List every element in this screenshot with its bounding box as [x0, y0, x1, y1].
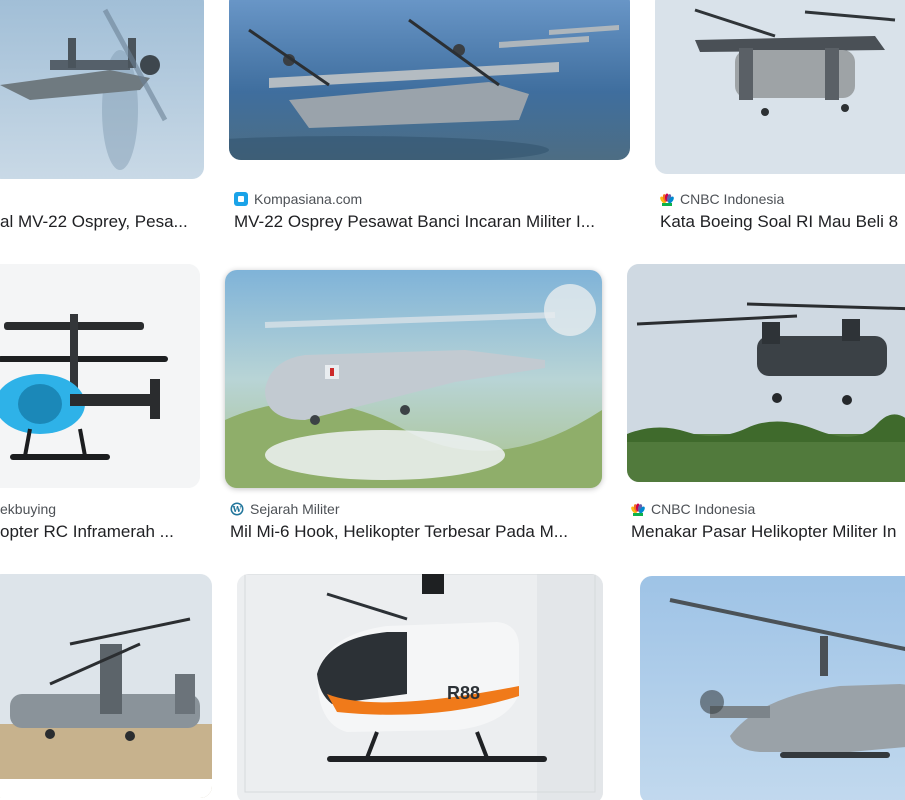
- result-image[interactable]: [225, 270, 602, 488]
- result-source[interactable]: CNBC Indonesia: [660, 190, 784, 208]
- result-image[interactable]: [655, 0, 905, 174]
- r88-label: R88: [447, 683, 480, 703]
- result-title[interactable]: opter RC Inframerah ...: [0, 521, 192, 543]
- result-image[interactable]: [0, 264, 200, 488]
- result-image[interactable]: [627, 264, 905, 482]
- result-image[interactable]: [0, 574, 212, 798]
- result-title[interactable]: al MV-22 Osprey, Pesa...: [0, 211, 202, 233]
- result-title[interactable]: MV-22 Osprey Pesawat Banci Incaran Milit…: [234, 211, 626, 233]
- result-source[interactable]: W Sejarah Militer: [230, 500, 339, 518]
- source-label: CNBC Indonesia: [680, 191, 785, 207]
- result-image[interactable]: [229, 0, 630, 160]
- result-source[interactable]: CNBC Indonesia: [631, 500, 755, 518]
- source-label: Kompasiana.com: [254, 191, 363, 207]
- wordpress-icon: W: [230, 502, 244, 516]
- result-title[interactable]: Menakar Pasar Helikopter Militer In: [631, 521, 905, 543]
- result-title[interactable]: Kata Boeing Soal RI Mau Beli 8: [660, 211, 905, 233]
- source-label: Sejarah Militer: [250, 501, 340, 517]
- result-image[interactable]: [0, 0, 204, 179]
- result-image[interactable]: R88: [237, 574, 603, 800]
- cnbc-peacock-icon: [631, 502, 645, 516]
- svg-text:W: W: [232, 504, 243, 514]
- result-source[interactable]: Kompasiana.com: [234, 190, 362, 208]
- source-label: ekbuying: [0, 501, 57, 517]
- result-image[interactable]: [640, 576, 905, 800]
- result-source[interactable]: ekbuying: [0, 500, 56, 518]
- cnbc-peacock-icon: [660, 192, 674, 206]
- result-title[interactable]: Mil Mi-6 Hook, Helikopter Terbesar Pada …: [230, 521, 596, 543]
- kompasiana-icon: [234, 192, 248, 206]
- source-label: CNBC Indonesia: [651, 501, 756, 517]
